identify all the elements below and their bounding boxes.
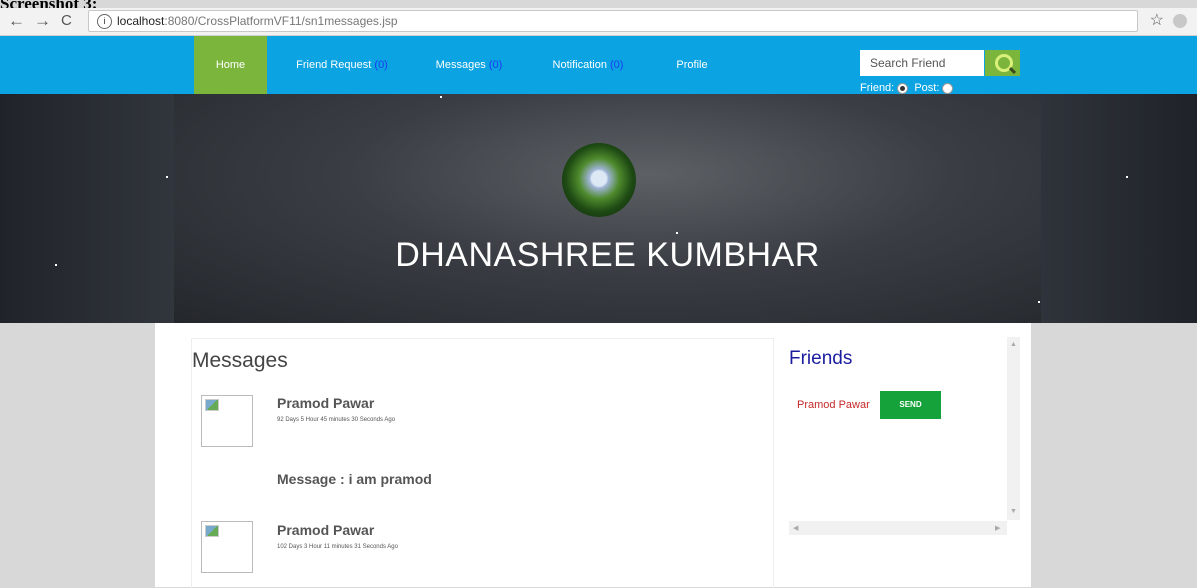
profile-avatar[interactable]: [562, 143, 636, 217]
post-radio[interactable]: [942, 82, 954, 94]
search-filter: Friend: Post:: [860, 82, 956, 94]
info-icon[interactable]: i: [97, 14, 112, 30]
nav-notification-label: Notification: [552, 59, 607, 71]
notification-count: (0): [610, 59, 624, 71]
filter-friend-label: Friend:: [860, 82, 895, 94]
message-sender[interactable]: Pramod Pawar: [277, 395, 374, 411]
message-time: 92 Days 5 Hour 45 minutes 30 Seconds Ago: [277, 417, 396, 423]
star-dot: [1038, 301, 1040, 303]
extension-icon[interactable]: [1173, 14, 1187, 28]
nav-profile[interactable]: Profile: [672, 36, 712, 94]
search-input[interactable]: Search Friend: [860, 50, 984, 76]
message-text: Message : i am pramod: [277, 471, 432, 487]
profile-name: DHANASHREE KUMBHAR: [395, 236, 820, 274]
friend-request-count: (0): [374, 59, 388, 71]
scroll-up-icon[interactable]: ▲: [1010, 341, 1017, 348]
friends-vertical-scrollbar[interactable]: ▲ ▼: [1007, 337, 1020, 520]
nav-friend-request-label: Friend Request: [296, 59, 372, 71]
message-avatar: [201, 395, 253, 447]
star-dot: [166, 176, 168, 178]
star-dot: [676, 232, 678, 234]
filter-post-label: Post:: [914, 82, 940, 94]
star-dot: [1126, 176, 1128, 178]
message-sender[interactable]: Pramod Pawar: [277, 522, 374, 538]
star-dot: [55, 264, 57, 266]
friend-name[interactable]: Pramod Pawar: [797, 399, 870, 411]
nav-messages[interactable]: Messages (0): [433, 36, 505, 94]
address-bar[interactable]: i localhost:8080/CrossPlatformVF11/sn1mes…: [88, 10, 1138, 32]
browser-toolbar: ← → C i localhost:8080/CrossPlatformVF11/…: [0, 8, 1197, 36]
bookmark-star-icon[interactable]: ☆: [1150, 10, 1164, 32]
scroll-down-icon[interactable]: ▼: [1010, 508, 1017, 515]
url-host: localhost: [117, 14, 165, 28]
scroll-right-icon[interactable]: ▶: [995, 524, 1000, 532]
message-time: 102 Days 3 Hour 11 minutes 31 Seconds Ag…: [277, 544, 398, 550]
search-button[interactable]: [985, 50, 1020, 76]
message-avatar: [201, 521, 253, 573]
messages-title: Messages: [192, 349, 288, 372]
forward-icon[interactable]: →: [34, 10, 51, 32]
star-dot: [440, 96, 442, 98]
friend-radio[interactable]: [897, 82, 909, 94]
nav-home-label: Home: [215, 59, 246, 71]
nav-notification[interactable]: Notification (0): [548, 36, 628, 94]
scroll-left-icon[interactable]: ◀: [793, 524, 798, 532]
banner-left-panel: [0, 94, 174, 323]
send-button[interactable]: SEND: [880, 391, 941, 419]
friends-title: Friends: [789, 348, 853, 369]
nav-home[interactable]: Home: [194, 36, 267, 94]
messages-panel: [191, 338, 774, 588]
nav-profile-label: Profile: [676, 59, 708, 71]
back-icon[interactable]: ←: [8, 10, 25, 32]
nav-messages-label: Messages: [435, 59, 486, 71]
friends-horizontal-scrollbar[interactable]: ◀ ▶: [789, 521, 1007, 535]
reload-icon[interactable]: C: [61, 10, 72, 32]
url-path: :8080/CrossPlatformVF11/sn1messages.jsp: [164, 14, 398, 28]
banner-right-panel: [1041, 94, 1197, 323]
messages-count: (0): [488, 59, 503, 71]
search-icon-handle: [1008, 66, 1017, 75]
nav-friend-request[interactable]: Friend Request (0): [292, 36, 392, 94]
